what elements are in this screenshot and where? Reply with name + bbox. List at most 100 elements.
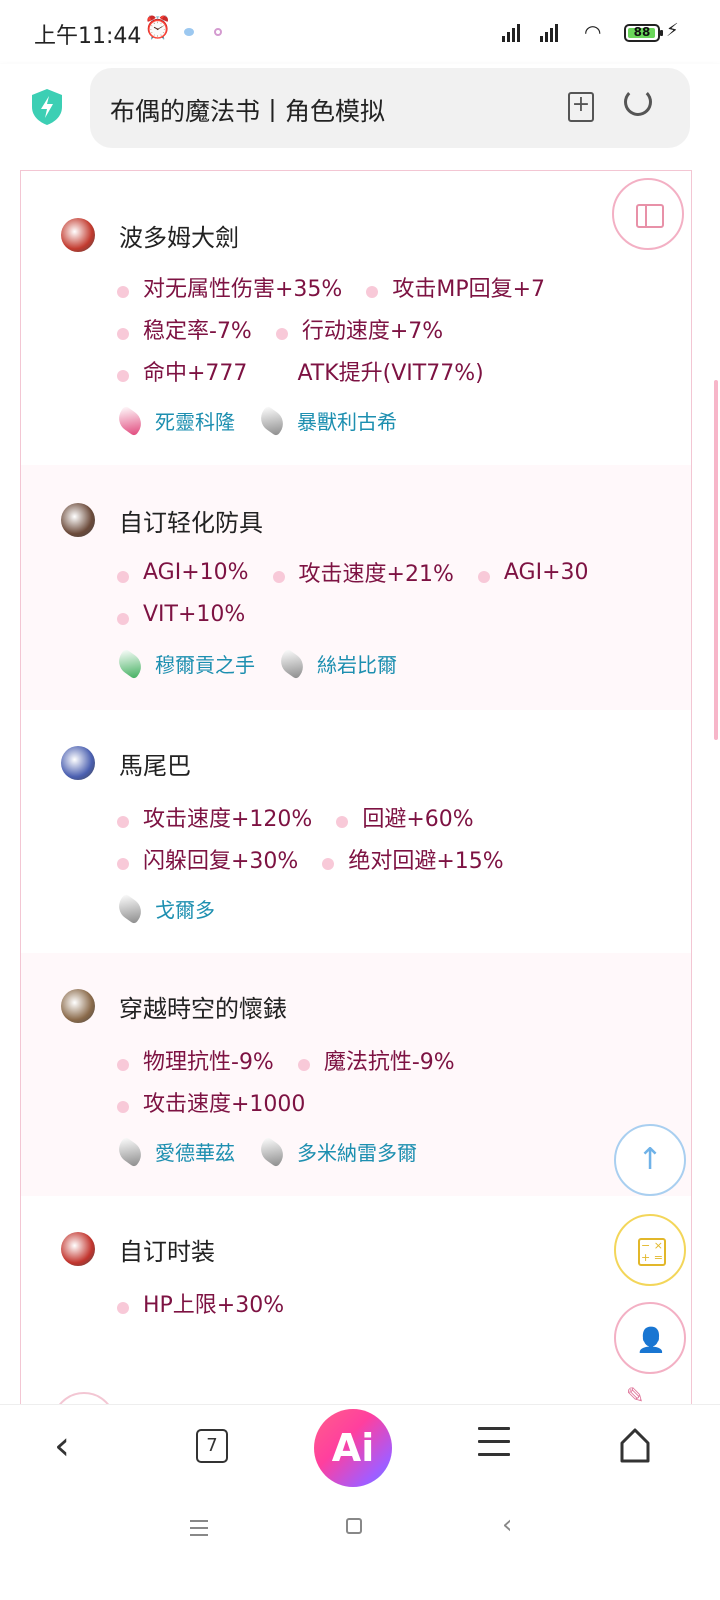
battery-icon: 88 [624, 24, 663, 42]
card-chip[interactable]: 戈爾多 [113, 892, 215, 925]
stat-text: 回避+60% [362, 807, 474, 832]
battery-level: 88 [633, 25, 651, 39]
stat-text: 闪躲回复+30% [143, 849, 299, 874]
card-icon [113, 892, 147, 925]
calculator-icon: − × + = [638, 1238, 666, 1266]
recent-apps-icon[interactable] [190, 1520, 208, 1541]
page-title: 布偶的魔法书丨角色模拟 [110, 97, 386, 126]
signal-icon-2 [540, 22, 558, 42]
card-icon [113, 647, 147, 680]
stat-text: 攻击速度+21% [298, 562, 454, 587]
equipment-item-avatar[interactable]: 自订时装 HP上限+30% [21, 1196, 691, 1432]
calculator-button[interactable]: − × + = [614, 1214, 686, 1286]
address-bar[interactable]: 布偶的魔法书丨角色模拟 [90, 68, 690, 148]
equipment-item-weapon[interactable]: 波多姆大劍 对无属性伤害+35% 攻击MP回复+7 稳定率-7% 行动速度+7%… [21, 180, 691, 465]
sword-icon [61, 218, 95, 252]
equipment-item-special[interactable]: 穿越時空的懷錶 物理抗性-9% 魔法抗性-9% 攻击速度+1000 愛德華茲 多… [21, 953, 691, 1196]
stat-row: 命中+777 ATK提升(VIT77%) [117, 352, 508, 390]
stat-row: HP上限+30% [117, 1284, 308, 1322]
equipment-item-armor[interactable]: 自订轻化防具 AGI+10% 攻击速度+21% AGI+30 VIT+10% 穆… [21, 465, 691, 710]
stat-text: AGI+10% [143, 559, 249, 585]
stat-text: 攻击MP回复+7 [392, 277, 546, 302]
scroll-top-button[interactable]: ↑ [614, 1124, 686, 1196]
item-name: 馬尾巴 [119, 752, 191, 780]
back-icon[interactable]: ‹ [54, 1423, 70, 1469]
toggle-panel-button[interactable] [612, 178, 684, 250]
card-chip[interactable]: 多米納雷多爾 [255, 1135, 417, 1168]
wifi-icon: ◠ [584, 20, 602, 44]
stat-text: 行动速度+7% [301, 319, 444, 344]
card-chip[interactable]: 愛德華茲 [113, 1135, 235, 1168]
card-icon [275, 647, 309, 680]
stat-row: AGI+10% 攻击速度+21% AGI+30 [117, 553, 613, 591]
notification-icon-2 [214, 28, 222, 36]
stat-text: 绝对回避+15% [348, 849, 504, 874]
stat-row: VIT+10% [117, 595, 269, 633]
stat-text: 命中+777 [143, 361, 248, 386]
equipment-item-additional[interactable]: 馬尾巴 攻击速度+120% 回避+60% 闪躲回复+30% 绝对回避+15% 戈… [21, 710, 691, 953]
signal-icon [502, 22, 520, 42]
stat-text: 对无属性伤害+35% [143, 277, 343, 302]
card-label: 暴獸利古希 [297, 410, 397, 434]
armor-icon [61, 503, 95, 537]
card-icon [113, 404, 147, 437]
card-list: 穆爾貢之手 絲岩比爾 [113, 647, 421, 680]
browser-toolbar: 布偶的魔法书丨角色模拟 [0, 64, 720, 160]
sidebar-icon [636, 204, 664, 228]
add-bookmark-icon[interactable] [568, 92, 594, 122]
user-card-icon: 👤 [636, 1326, 666, 1354]
card-chip[interactable]: 穆爾貢之手 [113, 647, 255, 680]
tabs-button[interactable]: 7 [196, 1429, 228, 1463]
character-button[interactable]: 👤 [614, 1302, 686, 1374]
stat-row: 对无属性伤害+35% 攻击MP回复+7 [117, 268, 569, 306]
card-list: 死靈科隆 暴獸利古希 [113, 404, 421, 437]
card-list: 戈爾多 [113, 892, 239, 925]
item-name: 穿越時空的懷錶 [119, 995, 287, 1023]
refresh-icon[interactable] [624, 88, 652, 116]
stat-row: 攻击速度+1000 [117, 1083, 329, 1121]
stat-text: ATK提升(VIT77%) [297, 361, 484, 386]
stat-row: 稳定率-7% 行动速度+7% [117, 310, 467, 348]
stat-text: 稳定率-7% [143, 319, 252, 344]
card-label: 愛德華茲 [155, 1141, 235, 1165]
item-name: 波多姆大劍 [119, 224, 239, 252]
stat-text: 攻击速度+120% [143, 807, 313, 832]
hat-icon [61, 746, 95, 780]
pocket-watch-icon [61, 989, 95, 1023]
card-chip[interactable]: 死靈科隆 [113, 404, 235, 437]
shield-icon[interactable] [30, 88, 64, 126]
stat-text: AGI+30 [503, 559, 589, 585]
card-label: 穆爾貢之手 [155, 653, 255, 677]
stat-row: 闪躲回复+30% 绝对回避+15% [117, 840, 528, 878]
stat-text: VIT+10% [143, 601, 246, 627]
card-icon [255, 1135, 289, 1168]
home-icon[interactable] [618, 1425, 652, 1465]
ai-assistant-button[interactable]: Ai [314, 1409, 392, 1487]
card-list: 愛德華茲 多米納雷多爾 [113, 1135, 441, 1168]
system-home-icon[interactable] [346, 1518, 362, 1534]
stat-text: 攻击速度+1000 [143, 1092, 306, 1117]
stat-text: 物理抗性-9% [143, 1050, 274, 1075]
notification-icon [184, 28, 194, 36]
status-time: 上午11:44 [34, 24, 142, 49]
card-icon [113, 1135, 147, 1168]
stat-row: 物理抗性-9% 魔法抗性-9% [117, 1041, 479, 1079]
scrollbar[interactable] [714, 380, 718, 740]
system-nav-bar: ‹ [0, 1490, 720, 1600]
page-content: 波多姆大劍 对无属性伤害+35% 攻击MP回复+7 稳定率-7% 行动速度+7%… [0, 160, 720, 1432]
alarm-icon: ⏰ [144, 16, 172, 41]
card-label: 絲岩比爾 [317, 653, 397, 677]
item-name: 自订轻化防具 [119, 509, 263, 537]
stat-text: 魔法抗性-9% [323, 1050, 455, 1075]
item-name: 自订时装 [119, 1238, 215, 1266]
system-back-icon[interactable]: ‹ [502, 1510, 512, 1540]
card-label: 戈爾多 [155, 898, 215, 922]
card-chip[interactable]: 絲岩比爾 [275, 647, 397, 680]
card-label: 死靈科隆 [155, 410, 235, 434]
charging-icon: ⚡ [666, 20, 679, 41]
card-chip[interactable]: 暴獸利古希 [255, 404, 397, 437]
ribbon-icon [61, 1232, 95, 1266]
menu-icon[interactable] [478, 1427, 510, 1466]
status-bar: 上午11:44 ⏰ ◠ 88 ⚡ [0, 0, 720, 64]
card-icon [255, 404, 289, 437]
